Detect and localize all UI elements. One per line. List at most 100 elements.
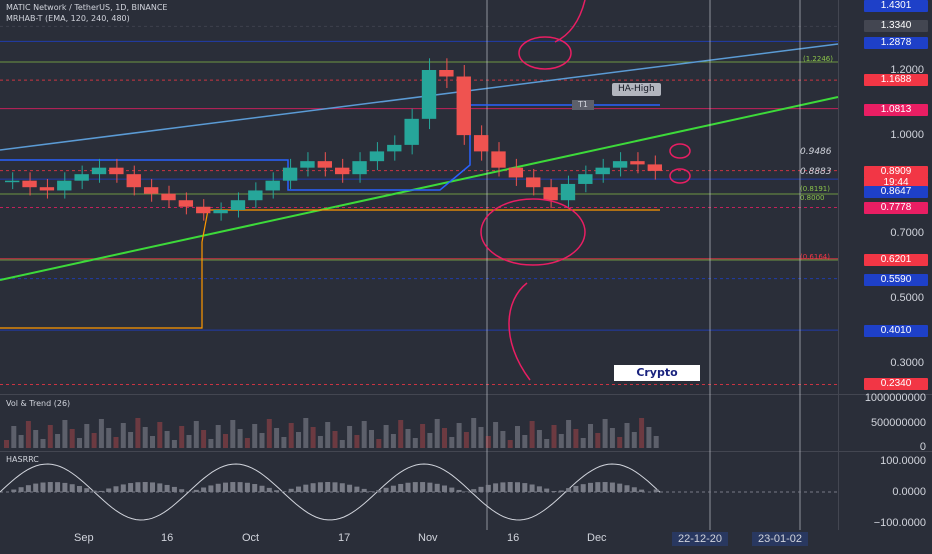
volume-bar [325, 422, 330, 448]
osc-hist-bar [201, 487, 206, 492]
volume-bar [216, 425, 221, 448]
osc-hist-bar [420, 482, 425, 492]
volume-bar [157, 422, 162, 448]
candle-body [630, 161, 644, 164]
pane-divider [0, 394, 932, 395]
osc-hist-bar [92, 491, 97, 492]
annotation-arrow [509, 283, 530, 380]
volume-bar [245, 438, 250, 448]
candle-body [526, 177, 540, 187]
range-start-tag: 22-12-20 [672, 532, 728, 546]
volume-bar [398, 420, 403, 448]
osc-hist-bar [544, 489, 549, 492]
candle-body [596, 168, 610, 175]
volume-bar [55, 434, 60, 448]
candle-body [57, 181, 71, 191]
osc-hist-bar [223, 483, 228, 492]
price-badge: 0.5590 [864, 274, 928, 286]
fib-label: (0.6164) [800, 253, 830, 261]
volume-bar [4, 440, 9, 448]
volume-bar [552, 425, 557, 448]
osc-hist-bar [150, 482, 155, 492]
candle-body [387, 145, 401, 152]
volume-bar [106, 428, 111, 448]
volume-bar [238, 429, 243, 448]
volume-bar [442, 428, 447, 448]
osc-hist-bar [471, 489, 476, 492]
candle-body [231, 200, 245, 210]
volume-bar [588, 424, 593, 448]
osc-hist-bar [70, 484, 75, 492]
volume-bar [84, 424, 89, 448]
osc-hist-bar [340, 483, 345, 492]
volume-bar [340, 440, 345, 448]
volume-bar [318, 436, 323, 448]
volume-bar [559, 434, 564, 448]
volume-bar [581, 438, 586, 448]
candle-body [648, 164, 662, 171]
candle-body [422, 70, 436, 119]
osc-hist-bar [617, 484, 622, 492]
volume-bar [420, 424, 425, 448]
candle-body [266, 181, 280, 191]
osc-hist-bar [143, 482, 148, 492]
candle-body [543, 187, 557, 200]
chart-canvas[interactable] [0, 0, 932, 550]
volume-bar [33, 430, 38, 448]
volume-bar [281, 437, 286, 448]
volume-bar [427, 433, 432, 448]
candle-body [213, 210, 227, 213]
price-tick: 0.5000 [890, 292, 924, 304]
candle-body [109, 168, 123, 175]
osc-hist-bar [274, 490, 279, 492]
volume-bar [617, 437, 622, 448]
level-label: 0.9486 [800, 147, 832, 157]
osc-hist-bar [318, 482, 323, 492]
osc-hist-bar [508, 482, 513, 492]
volume-bar [303, 418, 308, 448]
pane-divider [0, 451, 932, 452]
fib-label: 0.8000 [800, 194, 825, 202]
candle-body [74, 174, 88, 181]
volume-bar [457, 423, 462, 448]
osc-hist-bar [376, 490, 381, 492]
volume-bar [406, 429, 411, 448]
volume-bar [230, 420, 235, 448]
volume-bar [201, 430, 206, 448]
price-tick: 0.3000 [890, 357, 924, 369]
osc-pane-title: HASRRC [6, 455, 39, 464]
osc-hist-bar [172, 487, 177, 492]
candle-body [335, 168, 349, 175]
volume-bar [311, 427, 316, 448]
candle-body [92, 168, 106, 175]
osc-hist-bar [208, 485, 213, 492]
volume-bar [143, 427, 148, 448]
volume-bar [11, 426, 16, 448]
volume-bar [603, 419, 608, 448]
candle-body [248, 190, 262, 200]
volume-bar [471, 418, 476, 448]
osc-hist-bar [384, 488, 389, 492]
price-badge: 0.7778 [864, 202, 928, 214]
osc-hist-bar [311, 483, 316, 492]
candle-body [318, 161, 332, 168]
candle-body [5, 181, 19, 183]
chart-root[interactable]: MATIC Network / TetherUS, 1D, BINANCE MR… [0, 0, 932, 550]
time-tick: 16 [507, 532, 519, 544]
volume-bar [70, 429, 75, 448]
osc-hist-bar [77, 486, 82, 492]
volume-bar [362, 421, 367, 448]
price-badge: 0.8647 [864, 186, 928, 198]
volume-bar [493, 422, 498, 448]
osc-hist-bar [354, 487, 359, 492]
volume-bar [289, 423, 294, 448]
volume-bar [274, 428, 279, 448]
t1-label: T1 [572, 100, 594, 110]
osc-hist-bar [41, 483, 46, 492]
candle-body [352, 161, 366, 174]
fib-label: (1.2246) [803, 55, 833, 63]
volume-bar [41, 439, 46, 448]
osc-hist-bar [449, 488, 454, 492]
candle-body [283, 168, 297, 181]
level-label: 0.8883 [800, 167, 832, 177]
